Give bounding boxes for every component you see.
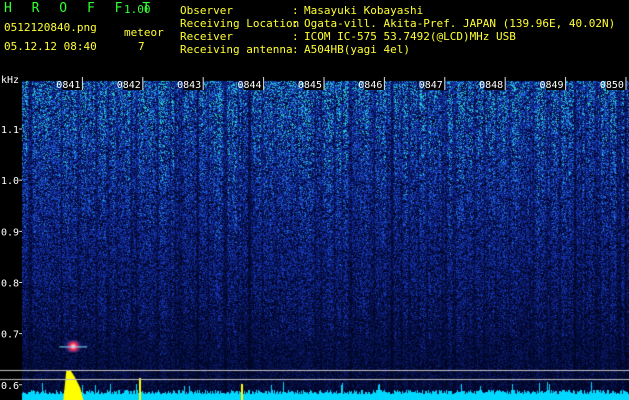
receiver-value: ICOM IC-575 53.7492(@LCD)MHz USB xyxy=(304,30,516,43)
header-panel: H R O F F T 1.00 0512120840.png 05.12.12… xyxy=(0,0,629,75)
location-label: Receiving Location xyxy=(180,17,300,30)
receiver-label: Receiver xyxy=(180,30,233,43)
file-name: 0512120840.png xyxy=(4,21,97,34)
antenna-value: A504HB(yagi 4el) xyxy=(304,43,410,56)
x-tick-label: 0844 xyxy=(237,80,261,91)
y-tick-label: 1.1 xyxy=(1,125,19,136)
x-tick-label: 0842 xyxy=(117,80,141,91)
y-tick-label: 0.9 xyxy=(1,227,19,238)
antenna-colon: : xyxy=(292,43,299,56)
x-tick-label: 0845 xyxy=(298,80,322,91)
observer-value: Masayuki Kobayashi xyxy=(304,4,424,17)
location-colon: : xyxy=(292,17,299,30)
receiver-colon: : xyxy=(292,30,299,43)
app-version: 1.00 xyxy=(124,3,151,16)
x-tick-label: 0846 xyxy=(358,80,382,91)
x-tick-label: 0847 xyxy=(419,80,443,91)
y-tick-label: 0.7 xyxy=(1,330,19,341)
meteor-count: 7 xyxy=(138,40,145,53)
observer-colon: : xyxy=(292,4,299,17)
y-tick-label: 0.6 xyxy=(1,381,19,392)
observer-label: Observer xyxy=(180,4,233,17)
antenna-label: Receiving antenna xyxy=(180,43,293,56)
location-value: Ogata-vill. Akita-Pref. JAPAN (139.96E, … xyxy=(304,17,616,30)
spectrogram-axes: kHz 1.1 1.0 0.9 0.8 0.7 0.6 0841 0842 0843 0844 084… xyxy=(1,75,627,392)
x-tick-label: 0850 xyxy=(600,80,624,91)
x-tick-label: 0849 xyxy=(539,80,563,91)
y-tick-label: 1.0 xyxy=(1,176,19,187)
y-axis-unit-label: kHz xyxy=(1,75,19,86)
x-tick-label: 0843 xyxy=(177,80,201,91)
x-tick-label: 0848 xyxy=(479,80,503,91)
meteor-label: meteor xyxy=(124,26,164,39)
y-tick-label: 0.8 xyxy=(1,278,19,289)
date-time: 05.12.12 08:40 xyxy=(4,40,97,53)
x-tick-label: 0841 xyxy=(56,80,80,91)
